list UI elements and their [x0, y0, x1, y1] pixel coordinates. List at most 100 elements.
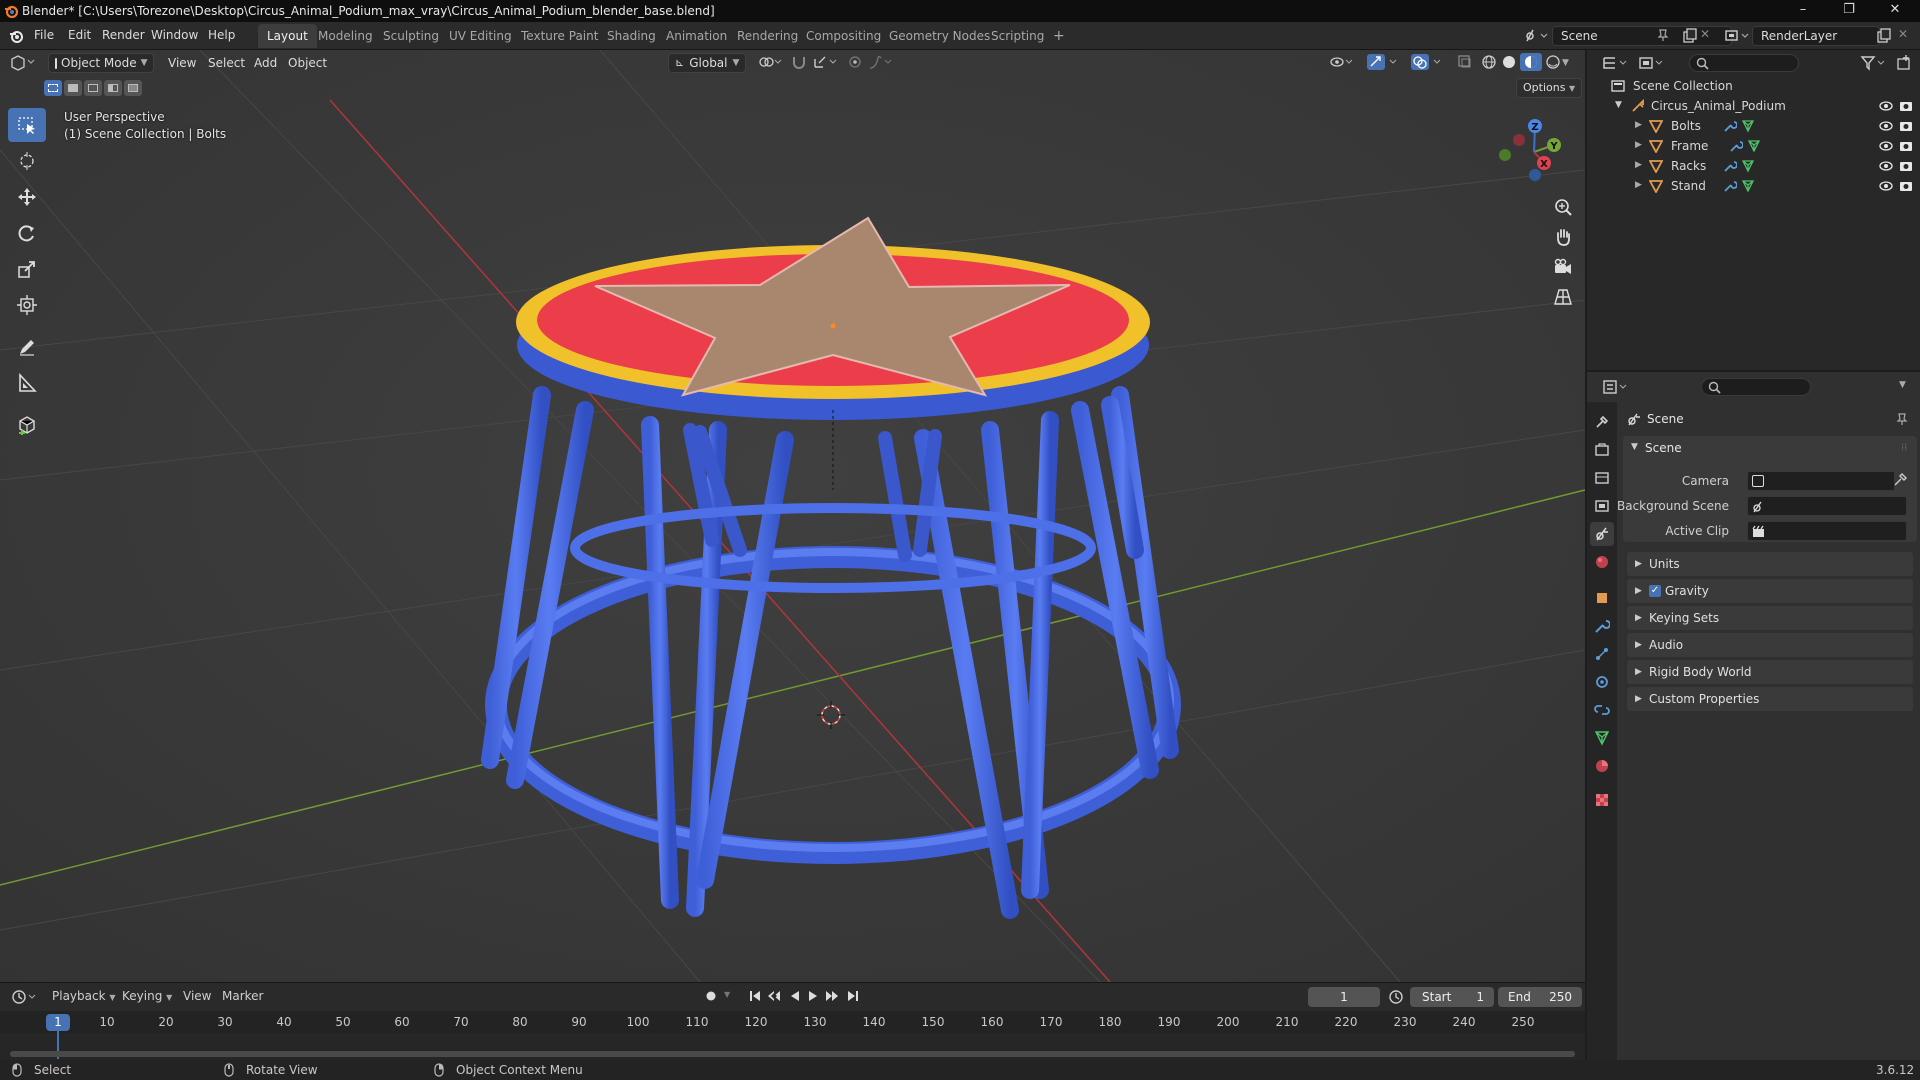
outliner-row-racks[interactable]: ▶ Racks: [1587, 156, 1920, 176]
properties-search-input[interactable]: [1701, 378, 1811, 396]
perspective-toggle-icon[interactable]: [1548, 282, 1578, 312]
audio-section[interactable]: ▶ Audio: [1627, 633, 1913, 657]
end-frame-field[interactable]: End 250: [1498, 987, 1582, 1007]
view-layer-icon[interactable]: [1724, 27, 1752, 45]
xray-icon[interactable]: [1456, 53, 1474, 73]
falloff-icon[interactable]: [868, 53, 894, 73]
transform-tool[interactable]: [8, 288, 46, 322]
gizmo-toggle-icon[interactable]: [1366, 53, 1402, 73]
3d-viewport[interactable]: Object Mode ▼ View Select Add Object ⊾ G…: [0, 50, 1585, 982]
select-set-icon[interactable]: [44, 80, 62, 96]
tab-shading[interactable]: Shading: [598, 24, 665, 48]
tab-modifiers[interactable]: [1590, 614, 1614, 638]
select-subtract-icon[interactable]: [84, 80, 102, 96]
chevron-down-icon[interactable]: ▼: [724, 990, 730, 999]
cursor-tool[interactable]: [8, 144, 46, 178]
current-frame-field[interactable]: 1: [1308, 987, 1380, 1007]
gravity-section[interactable]: ▶ ✓ Gravity: [1627, 579, 1913, 603]
render-camera-icon[interactable]: [1899, 139, 1913, 156]
timeline-editor-icon[interactable]: [10, 988, 40, 1006]
menu-help[interactable]: Help: [208, 28, 235, 42]
snap-target-icon[interactable]: [812, 53, 840, 73]
outliner-row-bolts[interactable]: ▶ Bolts: [1587, 116, 1920, 136]
scale-tool[interactable]: [8, 252, 46, 286]
rotate-tool[interactable]: [8, 216, 46, 250]
chevron-right-icon[interactable]: ▶: [1635, 180, 1642, 190]
new-collection-icon[interactable]: [1895, 54, 1913, 72]
pin-icon[interactable]: [1656, 28, 1670, 42]
chevron-down-icon[interactable]: ▼: [1899, 380, 1906, 390]
tab-layout[interactable]: Layout: [258, 24, 317, 48]
menu-object[interactable]: Object: [288, 53, 327, 73]
modifier-wrench-icon[interactable]: [1723, 159, 1738, 176]
units-section[interactable]: ▶ Units: [1627, 552, 1913, 576]
menu-timeline-view[interactable]: View: [183, 989, 211, 1003]
camera-view-icon[interactable]: [1548, 252, 1578, 282]
add-cube-tool[interactable]: [8, 408, 46, 442]
mode-dropdown[interactable]: Object Mode ▼: [48, 53, 154, 73]
record-icon[interactable]: [704, 989, 718, 1006]
mesh-data-icon[interactable]: [1741, 119, 1755, 136]
editor-type-icon[interactable]: [8, 53, 38, 73]
chevron-down-icon[interactable]: ▼: [1631, 442, 1638, 452]
menu-window[interactable]: Window: [151, 28, 198, 42]
play-icon[interactable]: [806, 989, 820, 1006]
menu-render[interactable]: Render: [102, 28, 145, 42]
menu-keying[interactable]: Keying ▼: [122, 989, 172, 1003]
tab-tool[interactable]: [1590, 410, 1614, 434]
modifier-wrench-icon[interactable]: [1729, 139, 1744, 156]
menu-marker[interactable]: Marker: [222, 989, 263, 1003]
chevron-right-icon[interactable]: ▶: [1635, 160, 1642, 170]
shading-material-icon[interactable]: [1520, 53, 1542, 73]
menu-file[interactable]: File: [34, 28, 54, 42]
visibility-eye-icon[interactable]: [1879, 119, 1893, 136]
measure-tool[interactable]: [8, 366, 46, 400]
zoom-icon[interactable]: [1548, 192, 1578, 222]
view-layer-field[interactable]: RenderLayer: [1752, 26, 1880, 46]
pin-icon[interactable]: [1895, 412, 1909, 429]
menu-edit[interactable]: Edit: [68, 28, 91, 42]
tab-physics[interactable]: [1590, 670, 1614, 694]
active-clip-field[interactable]: [1747, 521, 1907, 541]
menu-view[interactable]: View: [168, 53, 196, 73]
maximize-button[interactable]: ❐: [1826, 0, 1872, 22]
outliner-row-stand[interactable]: ▶ Stand: [1587, 176, 1920, 196]
prev-keyframe-icon[interactable]: [766, 989, 782, 1006]
options-dropdown[interactable]: Options ▼: [1516, 78, 1583, 98]
shading-wireframe-icon[interactable]: [1480, 53, 1498, 73]
tab-modeling[interactable]: Modeling: [309, 24, 382, 48]
new-view-layer-icon[interactable]: [1876, 28, 1892, 44]
scene-selector-icon[interactable]: [1524, 27, 1550, 45]
navigation-gizmo[interactable]: Y X Z: [1490, 112, 1570, 192]
rigid-body-world-section[interactable]: ▶ Rigid Body World: [1627, 660, 1913, 684]
jump-end-icon[interactable]: [846, 989, 860, 1006]
modifier-wrench-icon[interactable]: [1723, 119, 1738, 136]
outliner-editor-icon[interactable]: [1601, 54, 1631, 72]
eyedropper-icon[interactable]: [1893, 473, 1907, 490]
move-tool[interactable]: [8, 180, 46, 214]
new-scene-icon[interactable]: [1682, 28, 1698, 44]
render-camera-icon[interactable]: [1899, 99, 1913, 116]
shading-options-icon[interactable]: ▼: [1562, 53, 1576, 73]
custom-properties-section[interactable]: ▶ Custom Properties: [1627, 687, 1913, 711]
drag-handle-icon[interactable]: ⁞⁞: [1901, 442, 1907, 453]
tab-rendering[interactable]: Rendering: [728, 24, 807, 48]
properties-editor-icon[interactable]: [1601, 378, 1631, 396]
timeline-scrollbar[interactable]: [10, 1051, 1575, 1057]
visibility-icon[interactable]: [1328, 53, 1356, 73]
select-intersect-icon[interactable]: [124, 80, 142, 96]
select-extend-icon[interactable]: [64, 80, 82, 96]
jump-start-icon[interactable]: [748, 989, 762, 1006]
blender-menu-icon[interactable]: [8, 28, 24, 44]
tab-texture-paint[interactable]: Texture Paint: [512, 24, 607, 48]
tab-texture[interactable]: [1590, 788, 1614, 812]
next-keyframe-icon[interactable]: [824, 989, 840, 1006]
minimize-button[interactable]: –: [1780, 0, 1826, 22]
mesh-data-icon[interactable]: [1741, 159, 1755, 176]
keying-sets-section[interactable]: ▶ Keying Sets: [1627, 606, 1913, 630]
chevron-right-icon[interactable]: ▶: [1635, 140, 1642, 150]
tab-data[interactable]: [1590, 726, 1614, 750]
use-preview-range-icon[interactable]: [1388, 989, 1404, 1008]
tab-object[interactable]: [1590, 586, 1614, 610]
tab-compositing[interactable]: Compositing: [797, 24, 890, 48]
